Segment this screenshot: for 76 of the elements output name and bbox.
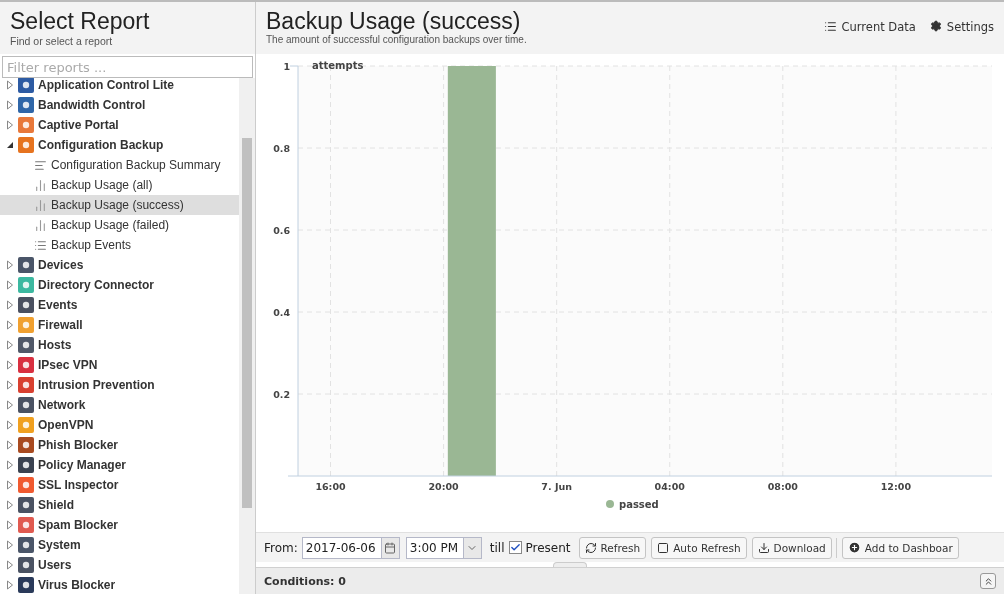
tree-category[interactable]: OpenVPN [38, 418, 94, 432]
tree-category[interactable]: Devices [38, 258, 84, 272]
settings-icon [929, 20, 942, 32]
x-tick-label: 12:00 [880, 481, 911, 492]
refresh-button[interactable]: Refresh [578, 536, 647, 559]
tree-category[interactable]: Shield [38, 498, 74, 512]
tree-category[interactable]: Phish Blocker [38, 438, 119, 452]
filter-field[interactable]: Filter reports ... [2, 56, 253, 78]
tree-category[interactable]: Events [38, 298, 78, 312]
panel-title: Select Report [10, 8, 151, 34]
y-tick-label: 0.8 [273, 143, 290, 154]
time-dropdown[interactable]: 3:00 PM [405, 536, 482, 559]
panel-subtitle: Find or select a report [10, 35, 114, 47]
x-tick-label: 7. Jun [541, 481, 572, 492]
y-tick-label: 1 [283, 61, 290, 72]
x-tick-label: 16:00 [315, 481, 346, 492]
tree-item-label: Configuration Backup Summary [51, 158, 221, 172]
tree-item[interactable]: Backup Usage (failed) [0, 215, 239, 235]
y-axis-title: attempts [312, 60, 364, 71]
tree-category[interactable]: Virus Blocker [38, 578, 116, 592]
tree-category[interactable]: SSL Inspector [38, 478, 119, 492]
tree-category[interactable]: Captive Portal [38, 118, 119, 132]
tree-item-label: Backup Events [51, 238, 132, 252]
bar-chart-icon [34, 178, 47, 192]
tree-category[interactable]: Hosts [38, 338, 72, 352]
bar-chart-icon [34, 198, 47, 212]
date-field[interactable]: 2017-06-06 [301, 536, 400, 559]
report-description: The amount of successful configuration backups over time. [266, 34, 527, 45]
x-tick-label: 08:00 [767, 481, 798, 492]
y-tick-label: 0.2 [273, 389, 290, 400]
y-tick-label: 0.6 [273, 225, 290, 236]
add-button[interactable]: Add to Dashboar [841, 536, 959, 559]
tree-category[interactable]: Intrusion Prevention [38, 378, 155, 392]
settings-link[interactable]: Settings [929, 20, 994, 36]
tree-category[interactable]: System [38, 538, 81, 552]
tree-item-label: Backup Usage (success) [51, 198, 184, 212]
tree-category[interactable]: Spam Blocker [38, 518, 119, 532]
toggle-button[interactable]: Auto Refresh [651, 536, 747, 559]
present-label: Present [525, 540, 571, 555]
tree-item[interactable]: Backup Events [0, 235, 239, 255]
from-label: From: [264, 540, 298, 555]
tree-item-label: Backup Usage (failed) [51, 218, 170, 232]
plus-icon [847, 541, 861, 554]
data-link[interactable]: Current Data [823, 20, 916, 36]
list-icon [34, 238, 47, 252]
refresh-icon [584, 541, 597, 554]
tree-category[interactable]: IPsec VPN [38, 358, 98, 372]
tree-category[interactable]: Users [38, 558, 72, 572]
scrollbar[interactable] [239, 78, 255, 594]
tree-item[interactable]: Backup Usage (all) [0, 175, 239, 195]
download-icon [757, 541, 770, 554]
legend-label[interactable]: passed [619, 499, 659, 510]
tree-item-label: Backup Usage (all) [51, 178, 153, 192]
bar-chart-icon [34, 218, 47, 232]
present-checkbox[interactable] [508, 541, 522, 554]
report-title: Backup Usage (success) [266, 8, 521, 34]
text-lines-icon [34, 158, 47, 172]
tree-category[interactable]: Directory Connector [38, 278, 155, 292]
list-icon [823, 20, 837, 33]
tree-category[interactable]: Bandwidth Control [38, 98, 146, 112]
calendar-icon[interactable] [384, 541, 397, 554]
tree-category[interactable]: Network [38, 398, 86, 412]
tree-category[interactable]: Firewall [38, 318, 83, 332]
tree-item[interactable]: Backup Usage (success) [0, 195, 239, 215]
till-label: till [489, 540, 505, 555]
tree-category[interactable]: Policy Manager [38, 458, 127, 472]
x-tick-label: 20:00 [428, 481, 459, 492]
conditions-label: Conditions: 0 [264, 574, 346, 588]
download-button[interactable]: Download [751, 536, 832, 559]
expand-button[interactable] [980, 573, 996, 589]
x-tick-label: 04:00 [654, 481, 685, 492]
tree-category[interactable]: Configuration Backup [38, 138, 164, 152]
y-tick-label: 0.4 [273, 307, 290, 318]
tree-item[interactable]: Configuration Backup Summary [0, 155, 239, 175]
tree-category[interactable]: Application Control Lite [38, 78, 174, 92]
expander-icon[interactable] [6, 140, 14, 150]
